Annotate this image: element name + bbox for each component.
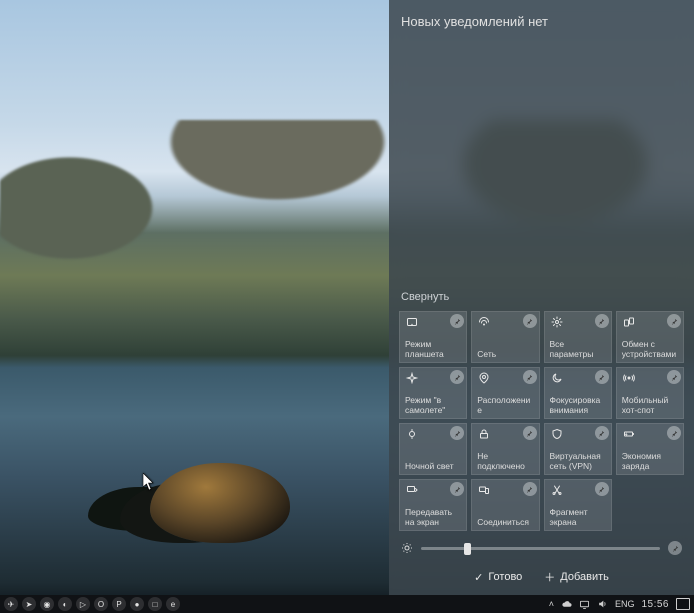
pin-icon[interactable]	[595, 370, 609, 384]
taskbar-pinned-apps: ✈ ➤ ◉ ◐ ▷ OP ● □ e	[4, 597, 180, 611]
brightness-pin-icon[interactable]	[668, 541, 682, 555]
brightness-slider[interactable]	[421, 547, 660, 550]
tile-label: Ночной свет	[405, 462, 462, 471]
taskbar-app-pinterest[interactable]: P	[112, 597, 126, 611]
wallpaper-rock	[150, 463, 290, 543]
tile-label: Все параметры	[550, 340, 607, 359]
tile-focus-assist[interactable]: Фокусировка внимания	[544, 367, 612, 419]
system-tray: ˄ ENG 15:56	[549, 598, 690, 610]
tile-label: Сеть	[477, 350, 534, 359]
tile-project[interactable]: Передавать на экран	[399, 479, 467, 531]
tile-airplane-mode[interactable]: Режим "в самолете"	[399, 367, 467, 419]
tile-label: Мобильный хот-спот	[622, 396, 679, 415]
add-button[interactable]: ＋ Добавить	[544, 569, 609, 585]
tile-hotspot[interactable]: Мобильный хот-спот	[616, 367, 684, 419]
tile-label: Фрагмент экрана	[550, 508, 607, 527]
tile-network[interactable]: Сеть	[471, 311, 539, 363]
tile-vpn-net[interactable]: Виртуальная сеть (VPN)	[544, 423, 612, 475]
tile-battery-saver[interactable]: Экономия заряда	[616, 423, 684, 475]
tile-vpn-disc[interactable]: Не подключено	[471, 423, 539, 475]
language-indicator[interactable]: ENG	[615, 599, 635, 609]
taskbar-app-steam[interactable]: ◐	[58, 597, 72, 611]
pin-icon[interactable]	[667, 314, 681, 328]
pin-icon[interactable]	[523, 426, 537, 440]
pin-icon[interactable]	[667, 370, 681, 384]
tray-chevron-icon[interactable]: ˄	[549, 599, 554, 609]
mouse-cursor	[143, 473, 155, 491]
tile-label: Экономия заряда	[622, 452, 679, 471]
pin-icon[interactable]	[523, 370, 537, 384]
taskbar-app-edge[interactable]: e	[166, 597, 180, 611]
add-label: Добавить	[560, 571, 609, 583]
panel-spacer	[399, 37, 684, 287]
brightness-slider-row	[401, 541, 682, 555]
tile-label: Не подключено	[477, 452, 534, 471]
tile-label: Передавать на экран	[405, 508, 462, 527]
brightness-icon	[401, 542, 413, 554]
taskbar-app-circle[interactable]: ●	[130, 597, 144, 611]
network-tray-icon[interactable]	[579, 600, 590, 609]
tile-snip[interactable]: Фрагмент экрана	[544, 479, 612, 531]
tile-label: Фокусировка внимания	[550, 396, 607, 415]
collapse-link[interactable]: Свернуть	[399, 287, 684, 307]
pin-icon[interactable]	[595, 314, 609, 328]
taskbar-app-media[interactable]: ▷	[76, 597, 90, 611]
check-icon: ✓	[474, 571, 483, 584]
pin-icon[interactable]	[523, 482, 537, 496]
panel-footer-actions: ✓ Готово ＋ Добавить	[399, 561, 684, 589]
tile-connect[interactable]: Соединиться	[471, 479, 539, 531]
done-button[interactable]: ✓ Готово	[474, 569, 522, 585]
action-center-tray-icon[interactable]	[676, 598, 690, 610]
tile-tablet-mode[interactable]: Режим планшета	[399, 311, 467, 363]
tile-label: Расположение	[477, 396, 534, 415]
taskbar-app-paperplane[interactable]: ➤	[22, 597, 36, 611]
tile-label: Обмен с устройствами	[622, 340, 679, 359]
tile-share[interactable]: Обмен с устройствами	[616, 311, 684, 363]
tile-location[interactable]: Расположение	[471, 367, 539, 419]
volume-tray-icon[interactable]	[597, 599, 608, 609]
taskbar-app-opera[interactable]: O	[94, 597, 108, 611]
pin-icon[interactable]	[595, 426, 609, 440]
taskbar-app-telegram[interactable]: ✈	[4, 597, 18, 611]
tile-night-light[interactable]: Ночной свет	[399, 423, 467, 475]
plus-icon: ＋	[544, 569, 555, 585]
quick-action-grid: Режим планшета Сеть Все параметры Обмен с у…	[399, 311, 684, 531]
tile-all-settings[interactable]: Все параметры	[544, 311, 612, 363]
taskbar-app-window[interactable]: □	[148, 597, 162, 611]
tile-label: Соединиться	[477, 518, 534, 527]
tile-label: Режим "в самолете"	[405, 396, 462, 415]
pin-icon[interactable]	[595, 482, 609, 496]
onedrive-icon[interactable]	[561, 600, 572, 608]
tile-label: Виртуальная сеть (VPN)	[550, 452, 607, 471]
tile-label: Режим планшета	[405, 340, 462, 359]
pin-icon[interactable]	[667, 426, 681, 440]
pin-icon[interactable]	[523, 314, 537, 328]
clock[interactable]: 15:56	[641, 599, 669, 610]
taskbar: ✈ ➤ ◉ ◐ ▷ OP ● □ e ˄ ENG 15:56	[0, 595, 694, 613]
brightness-thumb[interactable]	[464, 543, 471, 555]
taskbar-app-chrome[interactable]: ◉	[40, 597, 54, 611]
action-center-panel: Новых уведомлений нет Свернуть Режим пла…	[389, 0, 694, 595]
notifications-title: Новых уведомлений нет	[399, 10, 684, 37]
done-label: Готово	[488, 571, 522, 583]
